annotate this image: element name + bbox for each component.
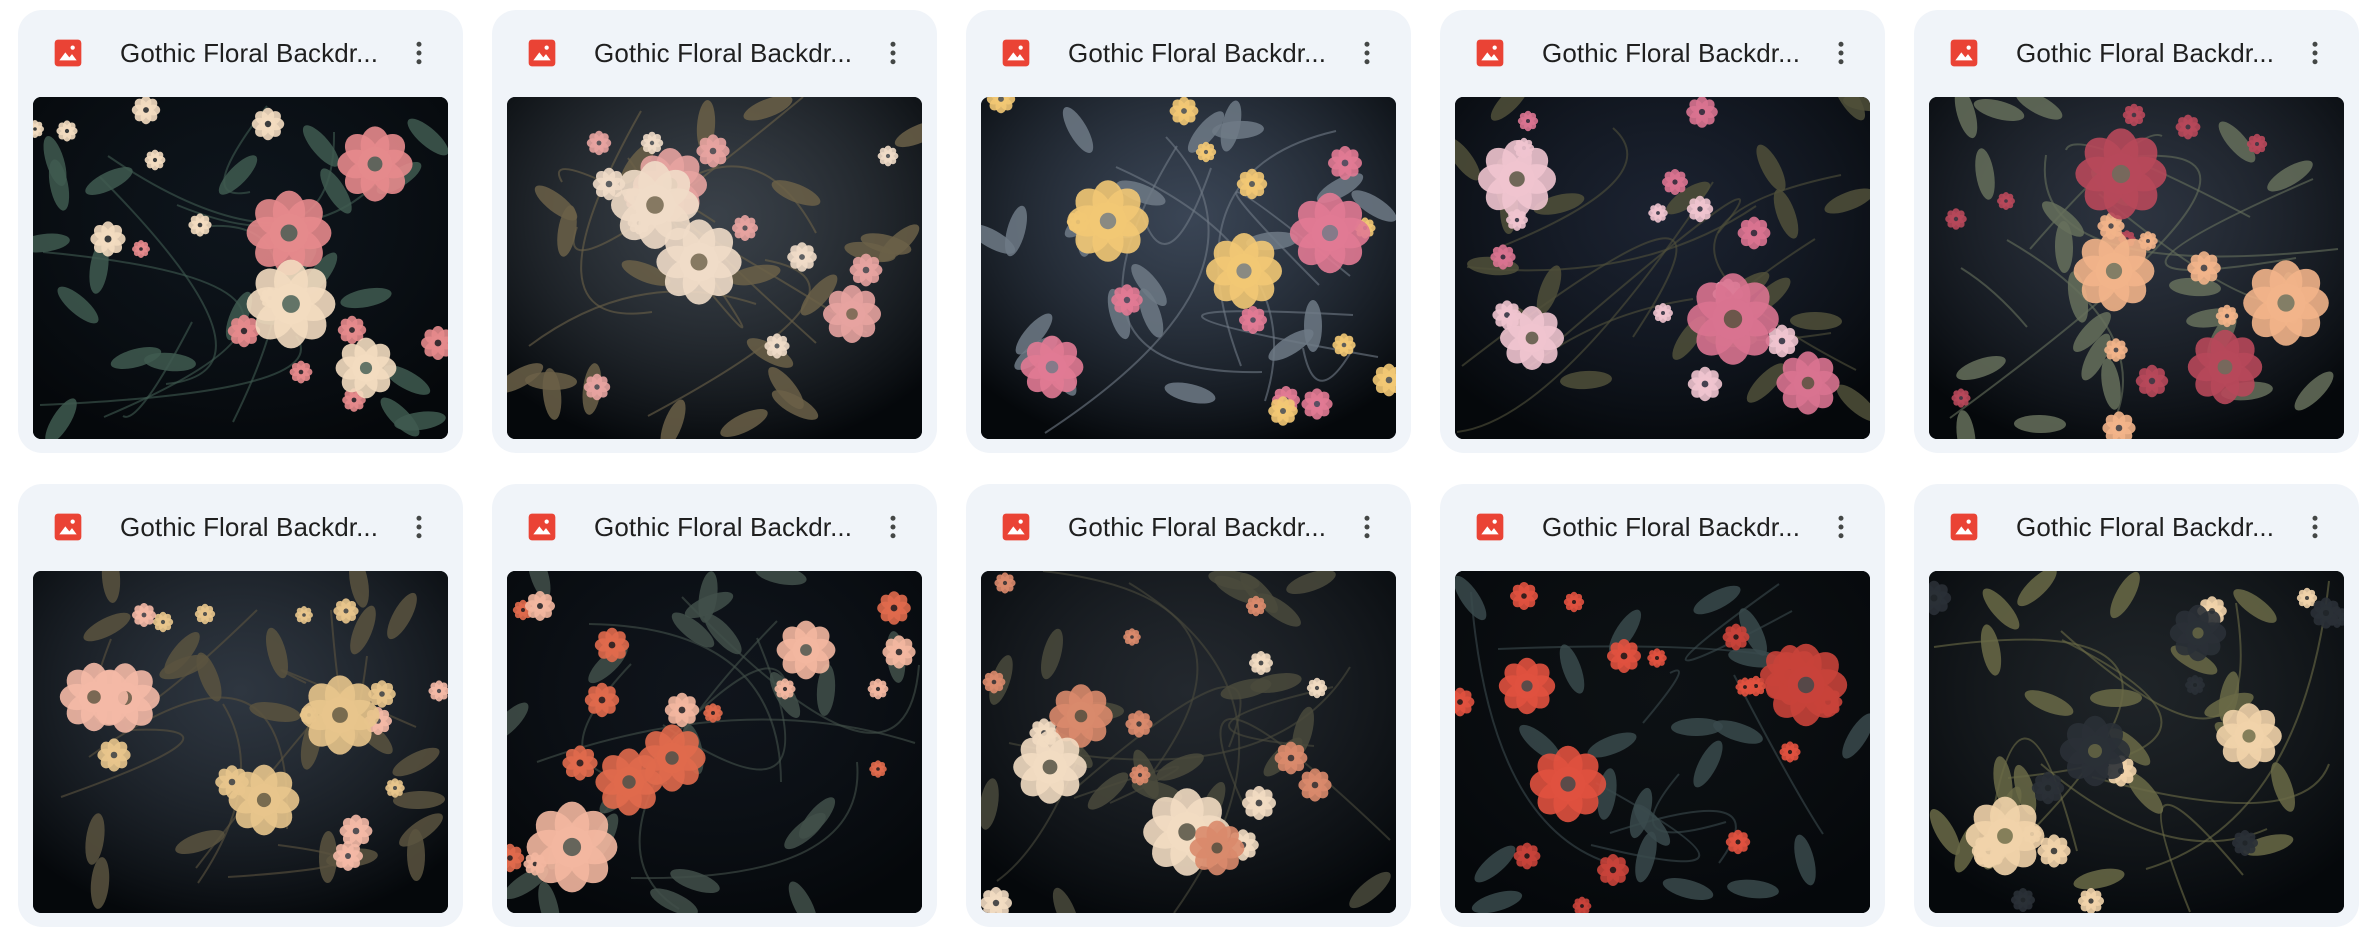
file-thumbnail[interactable] <box>1929 571 2344 913</box>
file-card[interactable]: Gothic Floral Backdr... <box>1914 484 2359 927</box>
file-name: Gothic Floral Backdr... <box>2016 38 2275 68</box>
image-file-icon <box>526 37 558 69</box>
file-card-header: Gothic Floral Backdr... <box>1440 10 1885 96</box>
file-thumbnail[interactable] <box>981 571 1396 913</box>
more-actions-button[interactable] <box>869 503 917 551</box>
file-name: Gothic Floral Backdr... <box>594 512 853 542</box>
more-actions-button[interactable] <box>869 29 917 77</box>
more-vert-icon <box>1364 515 1370 539</box>
image-file-icon <box>1948 37 1980 69</box>
file-card[interactable]: Gothic Floral Backdr... <box>1914 10 2359 453</box>
file-thumbnail[interactable] <box>1455 571 1870 913</box>
file-card[interactable]: Gothic Floral Backdr... <box>18 484 463 927</box>
more-vert-icon <box>416 41 422 65</box>
more-actions-button[interactable] <box>1343 503 1391 551</box>
file-card[interactable]: Gothic Floral Backdr... <box>966 10 1411 453</box>
more-vert-icon <box>2312 515 2318 539</box>
image-file-icon <box>52 511 84 543</box>
more-vert-icon <box>890 515 896 539</box>
file-thumbnail[interactable] <box>507 571 922 913</box>
file-name: Gothic Floral Backdr... <box>1068 512 1327 542</box>
more-actions-button[interactable] <box>395 29 443 77</box>
file-card[interactable]: Gothic Floral Backdr... <box>1440 10 1885 453</box>
file-card-header: Gothic Floral Backdr... <box>1440 484 1885 570</box>
more-actions-button[interactable] <box>1343 29 1391 77</box>
more-vert-icon <box>1364 41 1370 65</box>
file-name: Gothic Floral Backdr... <box>120 512 379 542</box>
more-actions-button[interactable] <box>2291 503 2339 551</box>
more-vert-icon <box>1838 41 1844 65</box>
file-name: Gothic Floral Backdr... <box>2016 512 2275 542</box>
file-thumbnail[interactable] <box>981 97 1396 439</box>
image-file-icon <box>526 511 558 543</box>
file-name: Gothic Floral Backdr... <box>594 38 853 68</box>
file-thumbnail[interactable] <box>1455 97 1870 439</box>
file-card-header: Gothic Floral Backdr... <box>492 10 937 96</box>
image-file-icon <box>1000 37 1032 69</box>
file-name: Gothic Floral Backdr... <box>1068 38 1327 68</box>
file-thumbnail[interactable] <box>1929 97 2344 439</box>
file-card-header: Gothic Floral Backdr... <box>18 484 463 570</box>
more-vert-icon <box>2312 41 2318 65</box>
file-card[interactable]: Gothic Floral Backdr... <box>492 10 937 453</box>
file-thumbnail[interactable] <box>507 97 922 439</box>
more-vert-icon <box>1838 515 1844 539</box>
more-vert-icon <box>890 41 896 65</box>
file-card-header: Gothic Floral Backdr... <box>966 484 1411 570</box>
file-card-header: Gothic Floral Backdr... <box>966 10 1411 96</box>
file-card-header: Gothic Floral Backdr... <box>1914 484 2359 570</box>
file-card-header: Gothic Floral Backdr... <box>1914 10 2359 96</box>
file-card[interactable]: Gothic Floral Backdr... <box>492 484 937 927</box>
file-name: Gothic Floral Backdr... <box>120 38 379 68</box>
image-file-icon <box>1000 511 1032 543</box>
file-card[interactable]: Gothic Floral Backdr... <box>966 484 1411 927</box>
file-card-header: Gothic Floral Backdr... <box>492 484 937 570</box>
image-file-icon <box>1948 511 1980 543</box>
file-name: Gothic Floral Backdr... <box>1542 38 1801 68</box>
file-card-header: Gothic Floral Backdr... <box>18 10 463 96</box>
more-actions-button[interactable] <box>1817 503 1865 551</box>
file-thumbnail[interactable] <box>33 571 448 913</box>
file-thumbnail[interactable] <box>33 97 448 439</box>
more-actions-button[interactable] <box>2291 29 2339 77</box>
file-grid: Gothic Floral Backdr... Gothic Floral Ba… <box>18 10 2359 927</box>
more-actions-button[interactable] <box>1817 29 1865 77</box>
image-file-icon <box>52 37 84 69</box>
more-actions-button[interactable] <box>395 503 443 551</box>
image-file-icon <box>1474 37 1506 69</box>
more-vert-icon <box>416 515 422 539</box>
file-name: Gothic Floral Backdr... <box>1542 512 1801 542</box>
image-file-icon <box>1474 511 1506 543</box>
file-card[interactable]: Gothic Floral Backdr... <box>18 10 463 453</box>
file-card[interactable]: Gothic Floral Backdr... <box>1440 484 1885 927</box>
